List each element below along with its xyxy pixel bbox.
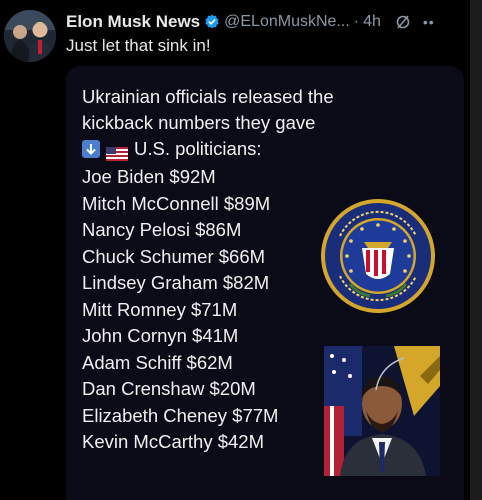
us-flag-emoji bbox=[106, 142, 128, 161]
grok-icon[interactable] bbox=[395, 14, 411, 30]
timestamp-separator: · bbox=[353, 13, 360, 30]
tweet-header: Elon Musk News @ELonMuskNe... · 4h •• bbox=[66, 11, 462, 33]
tweet-card[interactable]: Elon Musk News @ELonMuskNe... · 4h •• Ju… bbox=[0, 0, 470, 500]
tweet-media[interactable]: Ukrainian officials released the kickbac… bbox=[66, 66, 464, 500]
media-heading-line-2: kickback numbers they gave bbox=[82, 112, 316, 133]
more-icon[interactable]: •• bbox=[423, 14, 435, 30]
handle[interactable]: @ELonMuskNe... bbox=[224, 13, 350, 31]
list-item: Joe Biden $92M bbox=[82, 166, 216, 187]
media-heading-line-1: Ukrainian officials released the bbox=[82, 86, 334, 107]
tweet-text: Just let that sink in! bbox=[66, 36, 211, 55]
down-arrow-emoji bbox=[82, 140, 100, 158]
scrollbar-track bbox=[470, 0, 482, 500]
official-portrait bbox=[324, 346, 440, 476]
subheading-text: U.S. politicians: bbox=[134, 138, 262, 159]
verified-badge-icon bbox=[204, 14, 220, 30]
media-subheading: U.S. politicians: bbox=[82, 136, 382, 162]
display-name[interactable]: Elon Musk News bbox=[66, 12, 200, 32]
fbi-seal bbox=[320, 198, 436, 314]
avatar-image bbox=[4, 10, 56, 62]
timestamp[interactable]: 4h bbox=[363, 13, 381, 31]
avatar[interactable] bbox=[4, 10, 56, 62]
